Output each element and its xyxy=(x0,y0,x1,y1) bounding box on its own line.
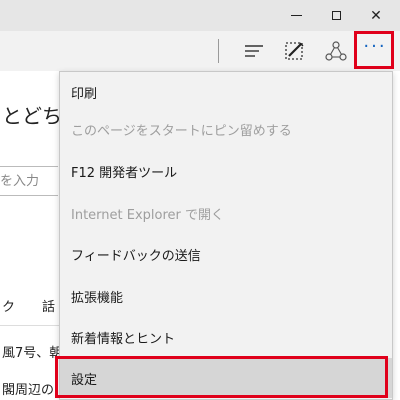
minimize-button[interactable] xyxy=(276,0,316,31)
share-button[interactable] xyxy=(318,35,354,67)
browser-window: ✕ ··· とどちら を入力 ク 話 風7号、朝 閣周辺の 印刷 このページをス… xyxy=(0,0,400,400)
search-input-placeholder: を入力 xyxy=(0,174,40,189)
tab-divider xyxy=(0,325,60,326)
menu-item-print[interactable]: 印刷 xyxy=(60,72,392,112)
toolbar-divider xyxy=(218,39,219,63)
close-icon: ✕ xyxy=(370,7,382,24)
maximize-button[interactable] xyxy=(316,0,356,31)
menu-item-send-feedback[interactable]: フィードバックの送信 xyxy=(60,234,392,274)
news-headline[interactable]: 閣周辺の xyxy=(2,379,54,398)
web-note-button[interactable] xyxy=(276,35,312,67)
hub-icon xyxy=(245,45,263,57)
news-headline[interactable]: 風7号、朝 xyxy=(2,342,62,361)
menu-item-extensions[interactable]: 拡張機能 xyxy=(60,276,392,316)
more-actions-menu: 印刷 このページをスタートにピン留めする F12 開発者ツール Internet… xyxy=(59,71,393,400)
maximize-icon xyxy=(331,11,341,20)
page-tab[interactable]: 話 xyxy=(42,296,55,315)
menu-item-pin-to-start[interactable]: このページをスタートにピン留めする xyxy=(60,109,392,149)
close-button[interactable]: ✕ xyxy=(356,0,396,31)
menu-item-open-with-internet-explorer[interactable]: Internet Explorer で開く xyxy=(60,193,392,233)
page-tab[interactable]: ク xyxy=(2,296,15,315)
menu-item-f12-developer-tools[interactable]: F12 開発者ツール xyxy=(60,151,392,191)
title-bar: ✕ xyxy=(0,0,400,31)
more-button-highlight xyxy=(354,31,394,69)
menu-item-whats-new-and-tips[interactable]: 新着情報とヒント xyxy=(60,317,392,357)
menu-item-settings[interactable]: 設定 xyxy=(60,358,392,398)
minimize-icon xyxy=(290,15,302,16)
web-note-icon xyxy=(285,42,304,60)
share-icon xyxy=(325,41,347,61)
hub-button[interactable] xyxy=(236,35,272,67)
